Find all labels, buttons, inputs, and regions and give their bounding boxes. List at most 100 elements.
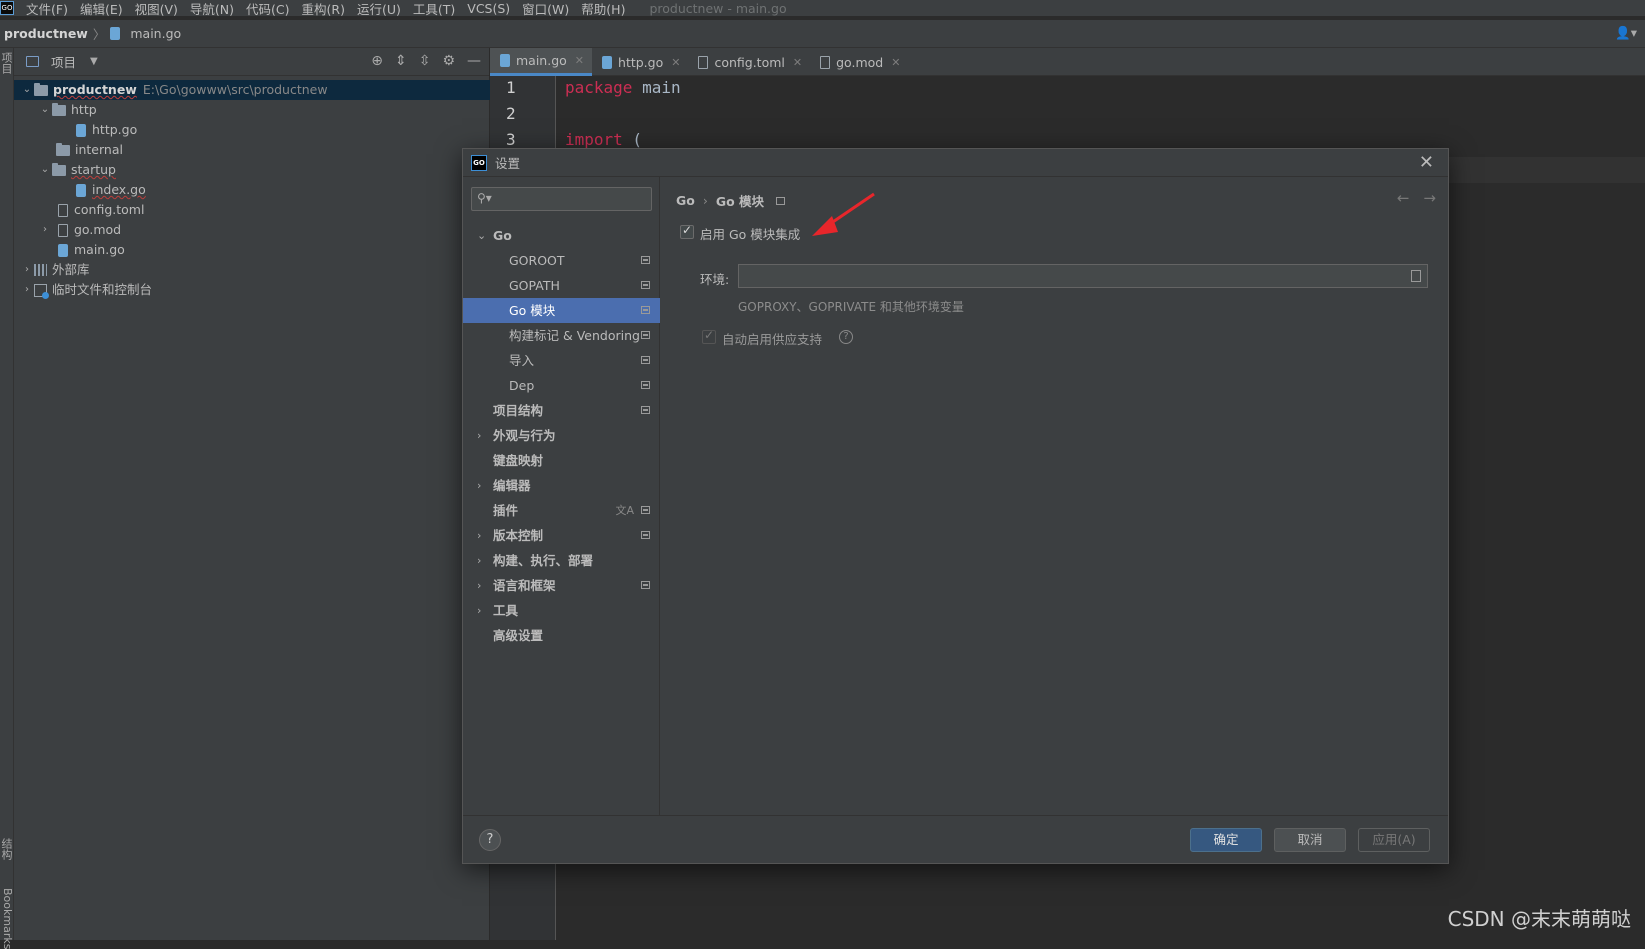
tab-label: config.toml <box>714 55 784 70</box>
menu-view[interactable]: 视图(V) <box>129 0 184 18</box>
menu-run[interactable]: 运行(U) <box>351 0 407 18</box>
settings-item[interactable]: ›外观与行为 <box>463 423 660 448</box>
chevron-right-icon[interactable]: › <box>477 473 481 498</box>
collapse-all-icon[interactable]: ⇳ <box>419 53 431 69</box>
close-icon[interactable]: ✕ <box>1419 152 1434 173</box>
settings-item[interactable]: Go 模块 <box>463 298 660 323</box>
settings-item[interactable]: ›工具 <box>463 598 660 623</box>
settings-item[interactable]: Dep <box>463 373 660 398</box>
chevron-right-icon[interactable]: › <box>477 598 481 623</box>
chevron-down-icon[interactable]: ▼ <box>90 56 98 67</box>
ok-button[interactable]: 确定 <box>1190 828 1262 852</box>
settings-item[interactable]: GOROOT <box>463 248 660 273</box>
tree-item-config-toml[interactable]: config.toml <box>58 200 144 220</box>
help-icon[interactable]: ? <box>839 330 853 344</box>
settings-item[interactable]: 插件文A <box>463 498 660 523</box>
chevron-right-icon[interactable]: › <box>20 280 34 300</box>
folder-icon <box>52 105 66 116</box>
forward-arrow-icon[interactable]: → <box>1423 189 1436 207</box>
menu-edit[interactable]: 编辑(E) <box>74 0 129 18</box>
project-panel-title[interactable]: 项目 <box>51 52 76 71</box>
help-button[interactable]: ? <box>479 829 501 851</box>
code-line-3: import ( <box>565 130 642 149</box>
chevron-right-icon[interactable]: › <box>20 260 34 280</box>
cancel-button[interactable]: 取消 <box>1274 828 1346 852</box>
chevron-right-icon[interactable]: › <box>477 548 481 573</box>
settings-item[interactable]: ›版本控制 <box>463 523 660 548</box>
project-view-icon <box>26 56 39 67</box>
menu-help[interactable]: 帮助(H) <box>575 0 631 18</box>
locate-icon[interactable]: ⊕ <box>371 53 383 69</box>
settings-item[interactable]: ›语言和框架 <box>463 573 660 598</box>
tree-item-http-go[interactable]: http.go <box>76 120 137 140</box>
breadcrumb-project[interactable]: productnew <box>4 26 88 41</box>
settings-item[interactable]: ›编辑器 <box>463 473 660 498</box>
vendoring-checkbox[interactable] <box>702 330 716 344</box>
enable-go-modules-checkbox[interactable] <box>680 225 694 239</box>
close-icon[interactable]: ✕ <box>575 54 584 67</box>
settings-item-label: 键盘映射 <box>493 448 543 473</box>
settings-item[interactable]: ›构建、执行、部署 <box>463 548 660 573</box>
chevron-down-icon[interactable]: ⌄ <box>38 100 52 120</box>
menu-vcs[interactable]: VCS(S) <box>461 1 516 16</box>
tree-item-startup[interactable]: ⌄ startup <box>38 160 116 180</box>
gear-icon[interactable]: ⚙ <box>442 53 455 69</box>
menu-tools[interactable]: 工具(T) <box>407 0 461 18</box>
project-scope-icon <box>641 306 650 314</box>
enable-go-modules-label[interactable]: 启用 Go 模块集成 <box>700 224 800 243</box>
environment-input[interactable] <box>738 264 1428 288</box>
tree-item-go-mod[interactable]: › go.mod <box>38 220 121 240</box>
close-icon[interactable]: ✕ <box>671 56 680 69</box>
tab-main-go[interactable]: main.go ✕ <box>490 48 592 76</box>
tree-item-label: 临时文件和控制台 <box>52 280 152 300</box>
tree-item-http[interactable]: ⌄ http <box>38 100 97 120</box>
apply-button[interactable]: 应用(A) <box>1358 828 1430 852</box>
settings-search-input[interactable]: ⚲▾ <box>471 187 652 211</box>
tree-item-scratches[interactable]: › 临时文件和控制台 <box>20 280 152 300</box>
settings-item[interactable]: GOPATH <box>463 273 660 298</box>
go-file-icon <box>500 54 510 67</box>
search-icon: ⚲▾ <box>477 191 492 205</box>
menu-refactor[interactable]: 重构(R) <box>296 0 351 18</box>
tree-item-main-go[interactable]: main.go <box>58 240 125 260</box>
code-keyword: package <box>565 78 632 97</box>
chevron-down-icon[interactable]: ⌄ <box>20 80 34 100</box>
close-icon[interactable]: ✕ <box>891 56 900 69</box>
chevron-right-icon[interactable]: › <box>477 523 481 548</box>
settings-item[interactable]: 构建标记 & Vendoring <box>463 323 660 348</box>
tree-item-label: go.mod <box>74 220 121 240</box>
browse-icon[interactable] <box>1411 270 1421 282</box>
project-tool-button[interactable]: 项目 <box>0 52 14 74</box>
breadcrumb-separator: › <box>703 193 708 208</box>
menu-file[interactable]: 文件(F) <box>20 0 74 18</box>
user-icon[interactable]: 👤▾ <box>1615 25 1637 41</box>
expand-all-icon[interactable]: ⇕ <box>395 53 407 69</box>
project-panel: 项目 ▼ ⊕ ⇕ ⇳ ⚙ — ⌄ productnew E:\Go\gowww\… <box>14 48 490 940</box>
breadcrumb-go[interactable]: Go <box>676 193 695 208</box>
tab-go-mod[interactable]: go.mod ✕ <box>810 48 908 76</box>
chevron-down-icon[interactable]: ⌄ <box>477 223 486 248</box>
back-arrow-icon[interactable]: ← <box>1397 189 1410 207</box>
chevron-right-icon[interactable]: › <box>477 573 481 598</box>
structure-tool-button[interactable]: 结构 <box>0 838 14 860</box>
chevron-right-icon[interactable]: › <box>38 220 52 240</box>
menu-navigate[interactable]: 导航(N) <box>184 0 240 18</box>
menu-window[interactable]: 窗口(W) <box>516 0 575 18</box>
tree-item-index-go[interactable]: index.go <box>76 180 146 200</box>
chevron-down-icon[interactable]: ⌄ <box>38 160 52 180</box>
tree-item-productnew[interactable]: ⌄ productnew E:\Go\gowww\src\productnew <box>14 80 490 100</box>
tab-config-toml[interactable]: config.toml ✕ <box>688 48 810 76</box>
settings-item[interactable]: 项目结构 <box>463 398 660 423</box>
tab-http-go[interactable]: http.go ✕ <box>592 48 688 76</box>
settings-item[interactable]: 键盘映射 <box>463 448 660 473</box>
hide-icon[interactable]: — <box>467 53 481 69</box>
chevron-right-icon[interactable]: › <box>477 423 481 448</box>
tree-item-internal[interactable]: internal <box>56 140 123 160</box>
breadcrumb-file[interactable]: main.go <box>130 26 181 41</box>
close-icon[interactable]: ✕ <box>793 56 802 69</box>
tree-item-external-libraries[interactable]: › 外部库 <box>20 260 90 280</box>
settings-item[interactable]: 导入 <box>463 348 660 373</box>
menu-code[interactable]: 代码(C) <box>240 0 295 18</box>
settings-item[interactable]: 高级设置 <box>463 623 660 648</box>
settings-item[interactable]: ⌄Go <box>463 223 660 248</box>
